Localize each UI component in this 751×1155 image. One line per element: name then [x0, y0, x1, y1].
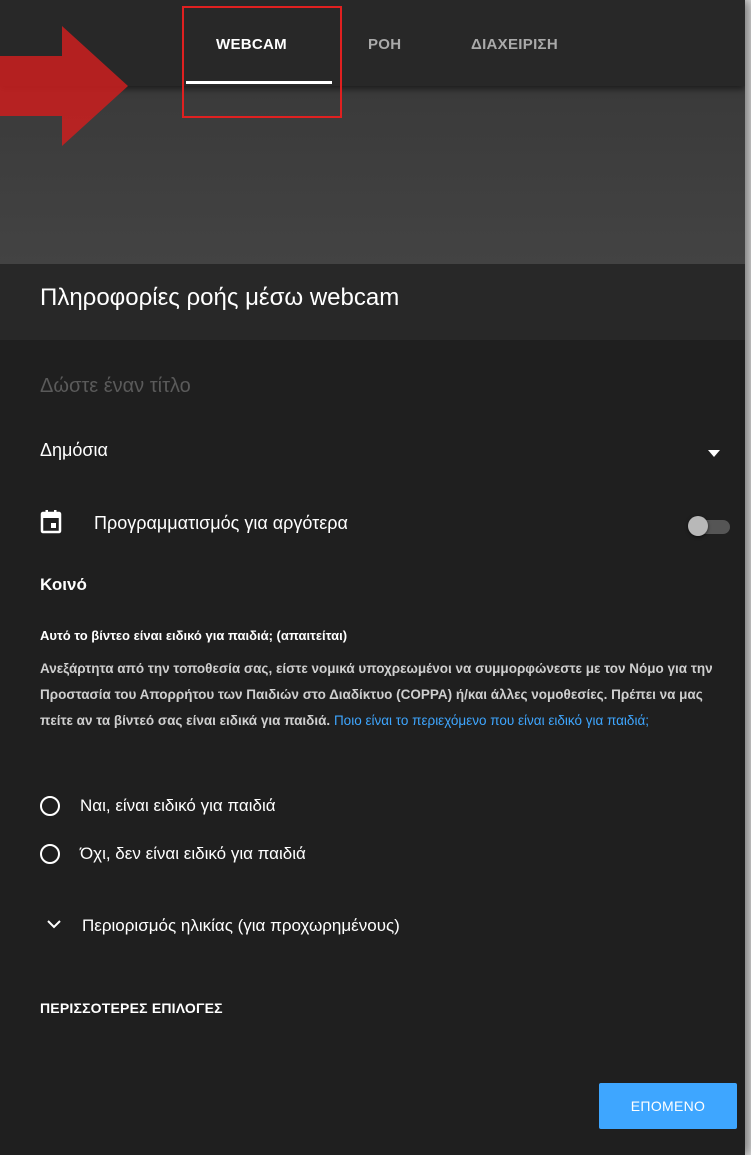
red-arrow-icon [0, 26, 128, 146]
next-button[interactable]: ΕΠΟΜΕΝΟ [599, 1083, 737, 1129]
webcam-stream-panel: WEBCAM ΡΟΗ ΔΙΑΧΕΙΡΙΣΗ Πληροφορίες ροής μ… [0, 0, 745, 1155]
made-for-kids-description: Ανεξάρτητα από την τοποθεσία σας, είστε … [40, 656, 736, 734]
radio-label: Ναι, είναι ειδικό για παιδιά [80, 796, 276, 815]
more-options-button[interactable]: ΠΕΡΙΣΣΟΤΕΡΕΣ ΕΠΙΛΟΓΕΣ [40, 1000, 223, 1016]
title-input[interactable] [40, 371, 700, 401]
tab-stream[interactable]: ΡΟΗ [368, 36, 401, 53]
chevron-down-icon [47, 920, 61, 929]
age-restriction-expander[interactable]: Περιορισμός ηλικίας (για προχωρημένους) [46, 913, 546, 943]
radio-made-for-kids-yes[interactable]: Ναι, είναι ειδικό για παιδιά [40, 793, 540, 823]
toggle-knob [688, 516, 708, 536]
dropdown-arrow-icon [708, 450, 720, 457]
schedule-label: Προγραμματισμός για αργότερα [94, 513, 348, 533]
radio-made-for-kids-no[interactable]: Όχι, δεν είναι ειδικό για παιδιά [40, 841, 540, 871]
calendar-icon [40, 510, 62, 534]
annotation-highlight-box [182, 6, 342, 118]
tab-manage[interactable]: ΔΙΑΧΕΙΡΙΣΗ [471, 36, 558, 53]
visibility-select[interactable]: Δημόσια [40, 436, 730, 466]
audience-heading: Κοινό [40, 575, 87, 594]
made-for-kids-question: Αυτό το βίντεο είναι ειδικό για παιδιά; … [40, 628, 348, 643]
age-restriction-label: Περιορισμός ηλικίας (για προχωρημένους) [82, 916, 400, 935]
radio-circle [40, 844, 60, 864]
schedule-toggle[interactable] [686, 514, 736, 538]
page-title: Πληροφορίες ροής μέσω webcam [40, 284, 400, 311]
made-for-kids-help-link[interactable]: Ποιο είναι το περιεχόμενο που είναι ειδι… [334, 713, 649, 728]
visibility-value: Δημόσια [40, 440, 108, 460]
radio-label: Όχι, δεν είναι ειδικό για παιδιά [80, 844, 306, 863]
radio-circle [40, 796, 60, 816]
